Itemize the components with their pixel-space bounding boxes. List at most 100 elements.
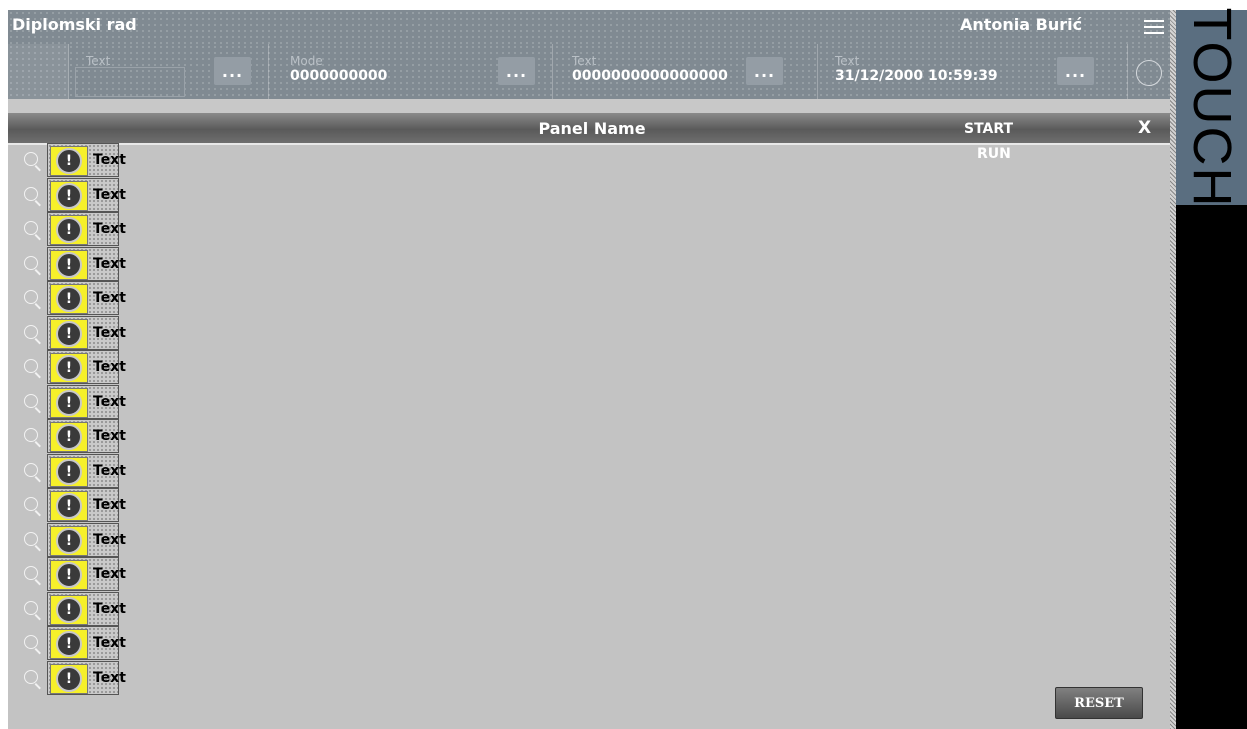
alarm-badge: !	[50, 629, 88, 659]
alarm-indicator[interactable]: ! Text	[47, 660, 126, 695]
alarm-label: Text	[93, 359, 126, 375]
alarm-indicator[interactable]: ! Text	[47, 626, 126, 660]
magnifier-icon[interactable]	[24, 566, 38, 580]
alarm-badge: !	[50, 353, 88, 383]
magnifier-icon[interactable]	[24, 531, 38, 546]
info-bar: Text ... Mode 0000000000 ... Text 000000…	[8, 44, 1176, 99]
alarm-label: Text	[93, 600, 126, 617]
alarm-indicator[interactable]: ! Text	[47, 384, 126, 419]
text-value: 0000000000000000	[572, 68, 728, 84]
warning-icon: !	[56, 458, 82, 485]
alarm-label: Text	[93, 462, 126, 479]
alarm-label: Text	[93, 635, 126, 651]
alarm-row: ! Text	[22, 315, 142, 351]
datetime-more-button[interactable]: ...	[1057, 57, 1094, 85]
warning-icon: !	[56, 182, 82, 209]
alarm-row: ! Text	[22, 488, 142, 523]
side-strip: TOUCH	[1176, 7, 1247, 729]
alarm-list: ! Text! Text! Text! Text! Text! Text! Text! Text…	[22, 143, 142, 695]
alarm-label: Text	[93, 497, 126, 513]
text-field[interactable]	[75, 67, 185, 97]
alarm-badge: !	[50, 560, 88, 590]
mode-more-button[interactable]: ...	[498, 57, 535, 85]
alarm-label: Text	[93, 669, 126, 686]
alarm-row: ! Text	[22, 350, 142, 385]
datetime-value: 31/12/2000 10:59:39	[835, 68, 998, 84]
alarm-row: ! Text	[22, 522, 142, 558]
warning-icon: !	[56, 665, 82, 692]
warning-icon: !	[56, 631, 82, 657]
magnifier-icon[interactable]	[24, 462, 38, 477]
alarm-indicator[interactable]: ! Text	[47, 419, 126, 453]
mode-value: 0000000000	[290, 68, 388, 84]
alarm-badge: !	[50, 663, 88, 694]
alarm-row: ! Text	[22, 281, 142, 316]
alarm-label: Text	[93, 221, 126, 237]
alarm-label: Text	[93, 186, 126, 203]
alarm-row: ! Text	[22, 212, 142, 247]
warning-icon: !	[56, 355, 82, 381]
magnifier-icon[interactable]	[24, 359, 38, 373]
alarm-label: Text	[93, 566, 126, 582]
alarm-row: ! Text	[22, 453, 142, 489]
magnifier-icon[interactable]	[24, 186, 38, 201]
start-button[interactable]: START	[964, 121, 1013, 137]
alarm-row: ! Text	[22, 384, 142, 420]
magnifier-icon[interactable]	[24, 324, 38, 339]
circle-icon[interactable]	[1136, 60, 1162, 86]
run-status: RUN	[977, 146, 1011, 162]
alarm-badge: !	[50, 180, 88, 211]
panel-header: Panel Name START X	[8, 113, 1176, 145]
alarm-label: Text	[93, 255, 126, 272]
magnifier-icon[interactable]	[24, 393, 38, 408]
magnifier-icon[interactable]	[24, 221, 38, 235]
alarm-indicator[interactable]: ! Text	[47, 212, 126, 246]
magnifier-icon[interactable]	[24, 635, 38, 649]
alarm-indicator[interactable]: ! Text	[47, 246, 126, 281]
alarm-badge: !	[50, 318, 88, 349]
touch-logo: TOUCH	[1182, 7, 1242, 209]
magnifier-icon[interactable]	[24, 497, 38, 511]
magnifier-icon[interactable]	[24, 669, 38, 684]
alarm-badge: !	[50, 249, 88, 280]
alarm-label: Text	[93, 152, 126, 168]
alarm-indicator[interactable]: ! Text	[47, 315, 126, 350]
warning-icon: !	[56, 527, 82, 554]
magnifier-icon[interactable]	[24, 255, 38, 270]
alarm-label: Text	[93, 428, 126, 444]
alarm-indicator[interactable]: ! Text	[47, 453, 126, 488]
alarm-row: ! Text	[22, 143, 142, 178]
reset-button[interactable]: RESET	[1055, 687, 1143, 719]
alarm-indicator[interactable]: ! Text	[47, 522, 126, 557]
alarm-row: ! Text	[22, 246, 142, 282]
alarm-badge: !	[50, 594, 88, 625]
close-button[interactable]: X	[1138, 118, 1151, 138]
alarm-indicator[interactable]: ! Text	[47, 143, 126, 177]
alarm-row: ! Text	[22, 626, 142, 661]
magnifier-icon[interactable]	[24, 600, 38, 615]
alarm-indicator[interactable]: ! Text	[47, 591, 126, 626]
text-value-more-button[interactable]: ...	[746, 57, 783, 85]
alarm-indicator[interactable]: ! Text	[47, 177, 126, 212]
magnifier-icon[interactable]	[24, 428, 38, 442]
blank-cell	[8, 44, 69, 99]
warning-icon: !	[56, 148, 82, 174]
datetime-cell: Text 31/12/2000 10:59:39 ...	[817, 44, 1128, 99]
magnifier-icon[interactable]	[24, 290, 38, 304]
alarm-row: ! Text	[22, 591, 142, 627]
warning-icon: !	[56, 217, 82, 243]
alarm-label: Text	[93, 324, 126, 341]
hmi-screen: Diplomski rad Antonia Burić Text ... Mod…	[8, 10, 1176, 729]
alarm-indicator[interactable]: ! Text	[47, 281, 126, 315]
magnifier-icon[interactable]	[24, 152, 38, 166]
alarm-indicator[interactable]: ! Text	[47, 488, 126, 522]
alarm-indicator[interactable]: ! Text	[47, 350, 126, 384]
title-bar: Diplomski rad Antonia Burić	[8, 10, 1176, 44]
alarm-row: ! Text	[22, 177, 142, 213]
text-field-more-button[interactable]: ...	[214, 57, 251, 85]
warning-icon: !	[56, 286, 82, 312]
warning-icon: !	[56, 320, 82, 347]
alarm-indicator[interactable]: ! Text	[47, 557, 126, 591]
hamburger-menu-icon	[1144, 16, 1164, 38]
alarm-badge: !	[50, 422, 88, 452]
